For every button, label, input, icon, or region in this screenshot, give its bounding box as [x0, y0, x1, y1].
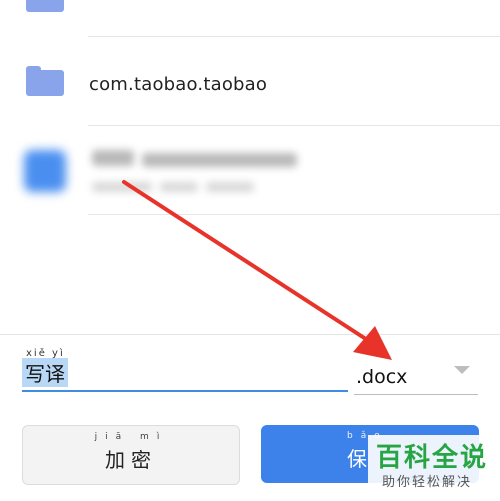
extension-value: .docx [356, 366, 408, 388]
extension-select[interactable]: .docx [354, 356, 478, 395]
folder-icon [26, 66, 64, 96]
blurred-file-meta [206, 182, 254, 192]
watermark-subtitle: 助你轻松解决 [382, 475, 473, 490]
encrypt-button[interactable]: jiā mì 加密 [22, 425, 240, 485]
row-divider [88, 214, 500, 215]
blurred-file-name [142, 153, 297, 167]
encrypt-button-label: 加密 [105, 448, 157, 472]
save-button-label: 保 [347, 447, 367, 471]
chevron-down-icon[interactable] [454, 366, 470, 374]
file-row-3[interactable] [0, 126, 500, 214]
file-name-value: 写译 [22, 358, 68, 387]
app-icon [24, 150, 66, 192]
file-name: com.taobao.taobao [89, 74, 268, 95]
file-row-2[interactable]: com.taobao.taobao [0, 37, 500, 125]
watermark: 百科全说 助你轻松解决 [368, 435, 500, 495]
watermark-title: 百科全说 [376, 443, 489, 473]
blurred-file-name [92, 150, 134, 166]
file-row-1[interactable] [0, 0, 500, 36]
encrypt-pinyin: jiā mì [94, 432, 168, 442]
blurred-file-meta [92, 182, 152, 192]
folder-icon [26, 0, 64, 12]
file-name-input[interactable]: xiě yì 写译 [22, 348, 348, 392]
blurred-file-meta [160, 182, 198, 192]
